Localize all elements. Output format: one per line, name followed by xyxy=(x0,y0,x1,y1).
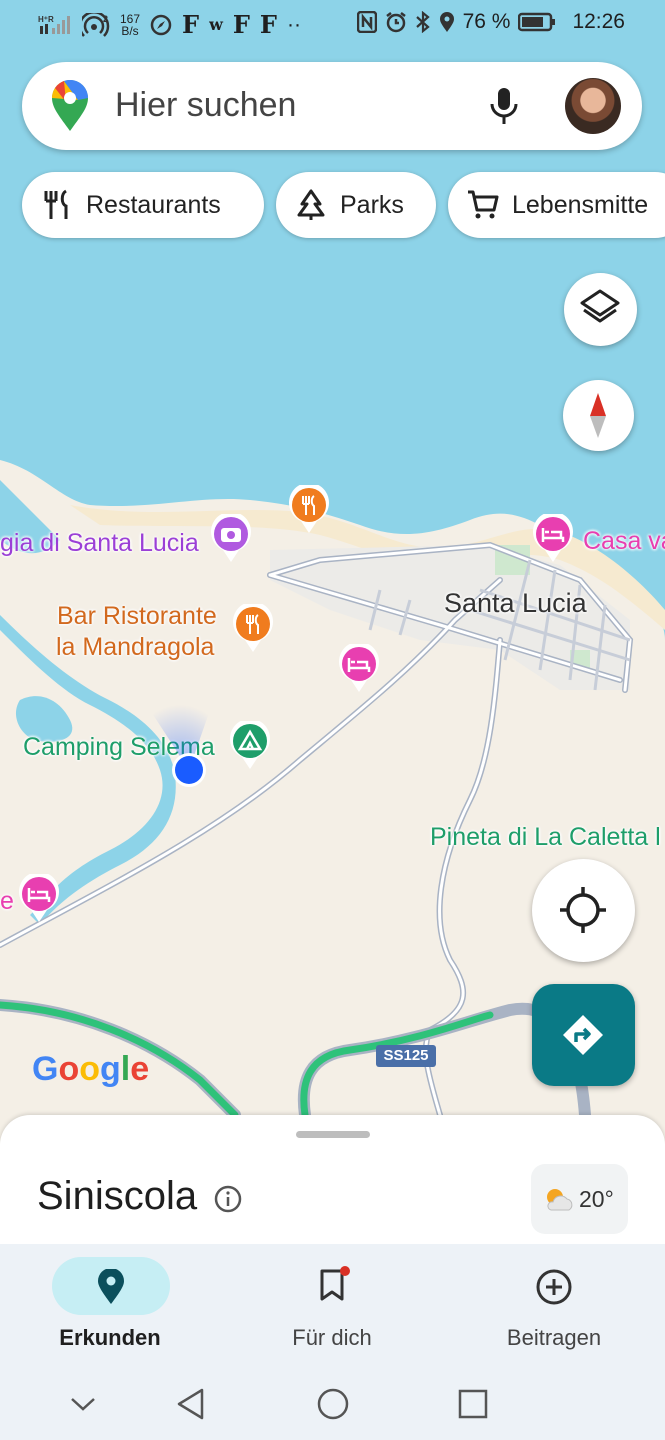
layers-button[interactable] xyxy=(564,273,637,346)
layers-icon xyxy=(580,289,620,323)
add-circle-icon xyxy=(536,1269,572,1305)
notification-letter-icon: F xyxy=(232,10,250,39)
chip-parks[interactable]: Parks xyxy=(276,172,436,238)
poi-hotel-marker[interactable] xyxy=(337,644,381,694)
map-label-pineta[interactable]: Pineta di La Caletta l xyxy=(430,823,661,852)
network-speed-value: 167 xyxy=(120,11,141,26)
chip-label: Restaurants xyxy=(86,190,221,219)
svg-text:H⁺R: H⁺R xyxy=(38,15,54,24)
chip-restaurants[interactable]: Restaurants xyxy=(22,172,264,238)
search-input[interactable]: Hier suchen xyxy=(115,86,296,125)
map-label-spiaggia[interactable]: gia di Santa Lucia xyxy=(0,529,199,558)
directions-button[interactable] xyxy=(532,984,635,1086)
poi-camera-marker[interactable] xyxy=(209,514,253,564)
nav-label-for-you[interactable]: Für dich xyxy=(252,1325,412,1351)
microphone-icon[interactable] xyxy=(487,86,521,126)
notification-letter-icon: F xyxy=(259,10,277,39)
back-icon[interactable] xyxy=(174,1387,208,1421)
chip-label: Lebensmitte xyxy=(512,190,649,219)
alarm-icon xyxy=(385,12,406,33)
battery-percent: 76 % xyxy=(462,10,511,33)
home-icon[interactable] xyxy=(315,1386,351,1422)
google-watermark: Google xyxy=(32,1050,150,1088)
system-navigation-bar xyxy=(0,1370,665,1440)
poi-restaurant-marker[interactable] xyxy=(287,485,331,535)
map-label-santa-lucia[interactable]: Santa Lucia xyxy=(444,588,587,619)
nav-label-explore[interactable]: Erkunden xyxy=(30,1325,190,1351)
compass-button[interactable] xyxy=(563,380,634,451)
google-maps-logo-icon xyxy=(51,80,89,131)
map-label-bar-line2[interactable]: la Mandragola xyxy=(56,633,214,662)
bookmark-icon xyxy=(320,1266,350,1301)
tree-icon xyxy=(297,189,325,220)
compass-status-icon xyxy=(150,14,172,35)
sheet-drag-handle[interactable] xyxy=(296,1131,370,1138)
battery-icon xyxy=(518,12,556,32)
poi-hotel-marker-casa[interactable] xyxy=(531,514,575,564)
chip-groceries[interactable]: Lebensmitte xyxy=(448,172,665,238)
shopping-cart-icon xyxy=(468,190,499,219)
poi-restaurant-marker-bar[interactable] xyxy=(231,604,275,654)
map-label-casa[interactable]: Casa va xyxy=(583,527,665,556)
svg-text:2: 2 xyxy=(103,14,108,24)
recents-icon[interactable] xyxy=(456,1387,490,1421)
more-notifications: ·· xyxy=(286,12,301,36)
info-icon[interactable] xyxy=(213,1184,243,1214)
network-speed-unit: B/s xyxy=(121,23,139,38)
notification-letter-icon: w xyxy=(209,15,223,34)
clock: 12:26 xyxy=(572,10,625,33)
nav-label-contribute[interactable]: Beitragen xyxy=(474,1325,634,1351)
chip-label: Parks xyxy=(340,190,404,219)
partly-cloudy-icon xyxy=(547,1189,573,1211)
weather-temperature: 20° xyxy=(579,1186,614,1212)
bluetooth-icon xyxy=(415,11,430,33)
map-label-edge[interactable]: e xyxy=(0,887,14,916)
poi-hotel-marker-edge[interactable] xyxy=(17,874,61,924)
compass-icon xyxy=(590,393,606,438)
network-speed: 167 B/s xyxy=(120,13,140,37)
screen: SS125 Google gia di Santa Lucia Casa va … xyxy=(0,0,665,1440)
road-badge: SS125 xyxy=(376,1045,436,1067)
cellular-signal-icon: H⁺R xyxy=(38,15,70,34)
hide-keyboard-icon[interactable] xyxy=(68,1394,98,1414)
location-pin-icon xyxy=(98,1269,124,1304)
status-bar: H⁺R 2 167 B/s F w F F ·· 76 % 12:26 xyxy=(0,0,665,48)
account-avatar[interactable] xyxy=(565,78,621,134)
notification-letter-icon: F xyxy=(182,10,200,39)
crosshair-icon xyxy=(560,887,606,933)
map-label-bar-line1[interactable]: Bar Ristorante xyxy=(57,602,217,631)
nfc-icon xyxy=(356,11,377,33)
directions-icon xyxy=(563,1015,603,1055)
location-status-icon xyxy=(439,12,454,32)
current-location-marker xyxy=(150,697,210,787)
hotspot-icon: 2 xyxy=(82,12,110,37)
fork-knife-icon xyxy=(44,189,68,219)
my-location-button[interactable] xyxy=(532,859,635,962)
place-title: Siniscola xyxy=(37,1174,198,1218)
